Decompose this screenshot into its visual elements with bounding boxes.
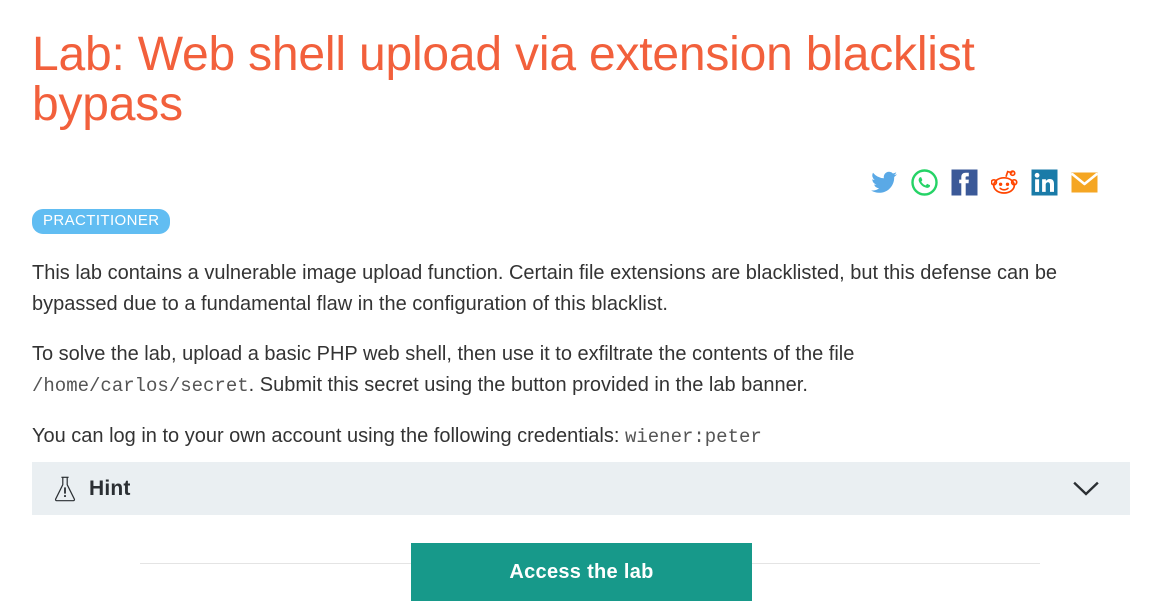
credentials-label: You can log in to your own account using…	[32, 425, 625, 447]
share-bar	[871, 167, 1098, 197]
difficulty-badge-row: PRACTITIONER	[32, 209, 171, 234]
lab-description: This lab contains a vulnerable image upl…	[32, 258, 1122, 472]
access-the-lab-button[interactable]: Access the lab	[411, 543, 752, 601]
secret-file-path: /home/carlos/secret	[32, 375, 249, 397]
access-lab-row: Access the lab	[140, 543, 1040, 601]
description-p2-text-after: . Submit this secret using the button pr…	[248, 374, 808, 396]
email-icon[interactable]	[1071, 169, 1098, 196]
description-paragraph-2: To solve the lab, upload a basic PHP web…	[32, 339, 932, 402]
whatsapp-icon[interactable]	[911, 168, 938, 196]
chevron-down-icon[interactable]	[1073, 481, 1099, 497]
twitter-icon[interactable]	[871, 169, 898, 196]
hint-accordion[interactable]: Hint	[32, 462, 1130, 515]
hint-label: Hint	[89, 476, 131, 500]
description-paragraph-1: This lab contains a vulnerable image upl…	[32, 262, 1058, 315]
status-badge: PRACTITIONER	[32, 209, 171, 234]
facebook-icon[interactable]	[951, 169, 978, 196]
lab-content: Lab: Web shell upload via extension blac…	[32, 0, 1130, 130]
flask-icon	[54, 476, 76, 502]
lab-page: Lab: Web shell upload via extension blac…	[0, 0, 1155, 601]
linkedin-icon[interactable]	[1031, 169, 1058, 196]
reddit-icon[interactable]	[991, 169, 1018, 196]
hint-header: Hint	[54, 476, 131, 502]
page-title: Lab: Web shell upload via extension blac…	[32, 28, 975, 131]
description-paragraph-3: You can log in to your own account using…	[32, 421, 1122, 453]
credentials-value: wiener:peter	[624, 426, 762, 448]
description-p2-text-before: To solve the lab, upload a basic PHP web…	[32, 343, 855, 365]
